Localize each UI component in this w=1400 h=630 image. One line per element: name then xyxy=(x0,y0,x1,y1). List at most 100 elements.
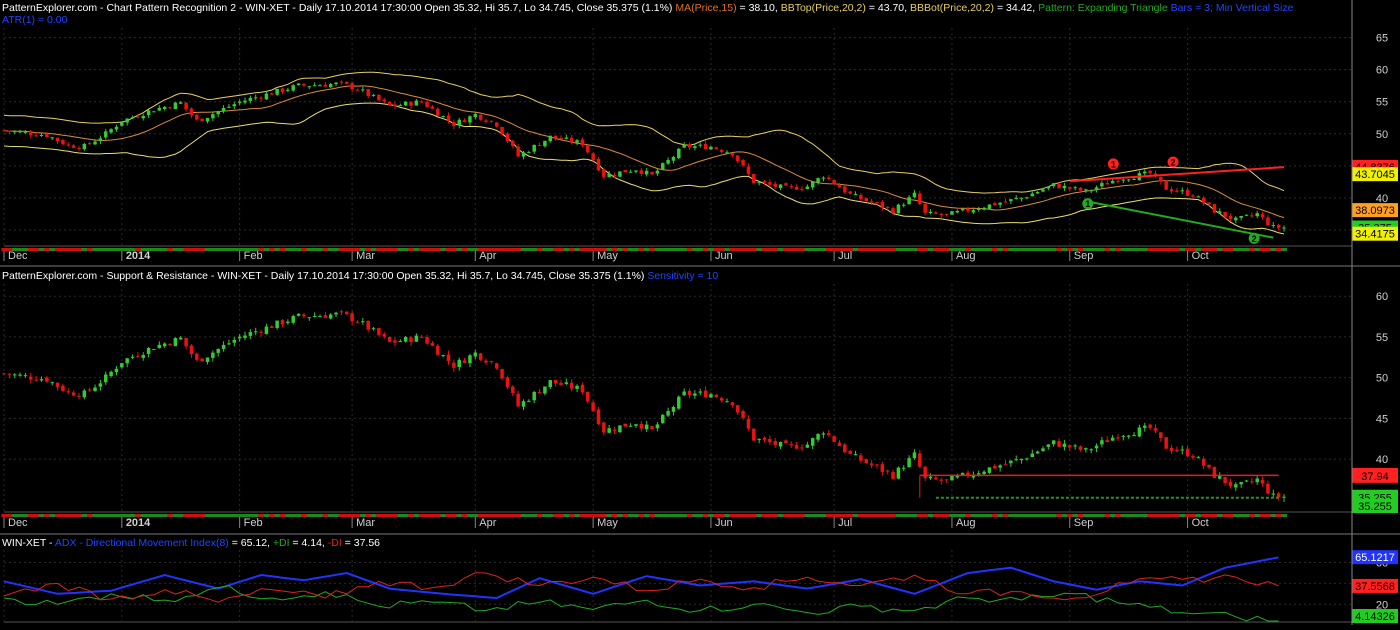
trend-strip-cell xyxy=(611,514,618,517)
trend-strip-cell xyxy=(579,248,586,251)
p2-candle-body xyxy=(500,369,504,379)
p1-candle-body xyxy=(789,186,794,188)
price-panel-support-resistance[interactable]: PatternExplorer.com - Support & Resistan… xyxy=(1,270,1398,529)
p1-candle-body xyxy=(441,116,445,118)
trend-strip-cell xyxy=(868,248,875,251)
p1-candle-body xyxy=(473,114,478,118)
p1-candle-body xyxy=(141,116,145,119)
trend-strip-cell xyxy=(756,514,763,517)
trend-strip-cell xyxy=(451,248,457,251)
p1-candle-body xyxy=(703,143,708,150)
p1-candle-body xyxy=(848,191,852,194)
trend-strip-cell xyxy=(660,248,666,251)
trend-strip-cell xyxy=(124,248,131,251)
p1-candle-body xyxy=(34,135,38,137)
p2-candle-body xyxy=(853,454,858,456)
trend-strip-cell xyxy=(1147,514,1154,517)
trend-strip-cell xyxy=(644,248,650,251)
p1-candle-body xyxy=(1003,201,1008,203)
p2-candle-body xyxy=(902,467,906,469)
p2-candle-body xyxy=(1207,464,1211,468)
price-tag-label: 37.94 xyxy=(1361,471,1389,483)
p2-candle-body xyxy=(45,377,49,382)
trend-strip-cell xyxy=(970,248,977,251)
trend-strip-cell xyxy=(1109,248,1116,251)
p1-candle-body xyxy=(168,107,172,109)
p1-candle-body xyxy=(29,132,33,136)
trend-strip-cell xyxy=(810,248,816,251)
y-tick-label: 55 xyxy=(1376,97,1388,109)
p2-candle-body xyxy=(489,361,494,363)
trend-strip-cell xyxy=(467,514,474,517)
trend-strip-cell xyxy=(183,248,190,251)
trend-strip-cell xyxy=(178,248,184,251)
p1-candle-body xyxy=(634,170,638,172)
p2-candle-body xyxy=(1217,476,1222,479)
p2-candle-body xyxy=(398,341,403,343)
p2-candle-body xyxy=(168,343,172,346)
trend-strip-cell xyxy=(499,248,506,251)
p1-candle-body xyxy=(1223,212,1227,217)
p2-candle-body xyxy=(912,452,917,459)
trend-strip-cell xyxy=(70,514,77,517)
p1-candle-body xyxy=(1041,189,1045,192)
trend-strip-cell xyxy=(386,248,393,251)
trend-strip-cell xyxy=(874,248,881,251)
p1-candle-body xyxy=(152,111,156,113)
trend-strip-cell xyxy=(595,514,602,517)
p2-candle-body xyxy=(516,393,520,407)
p2-candle-body xyxy=(1175,449,1179,452)
p2-candle-body xyxy=(189,345,194,355)
p1-candle-body xyxy=(371,94,376,96)
p1-candle-body xyxy=(227,106,231,108)
p2-candle-body xyxy=(1164,437,1168,449)
trend-strip-cell xyxy=(1158,248,1164,251)
header-segment: Pattern: Expanding Triangle xyxy=(1038,2,1168,14)
trend-strip-cell xyxy=(424,248,431,251)
p2-candle-body xyxy=(39,379,44,381)
adx-panel[interactable]: WIN-XET - ADX - Directional Movement Ind… xyxy=(2,537,1398,623)
p1-candle-body xyxy=(350,83,354,90)
p2-candle-body xyxy=(494,363,499,369)
p2-candle-body xyxy=(1196,457,1201,459)
trend-strip-cell xyxy=(108,514,115,517)
trend-strip-cell xyxy=(922,514,929,517)
trend-strip-cell xyxy=(536,248,543,251)
trend-strip-cell xyxy=(92,248,99,251)
trend-strip-cell xyxy=(1029,514,1036,517)
p2-candle-body xyxy=(77,395,81,397)
trend-strip-cell xyxy=(1168,248,1175,251)
trend-strip-cell xyxy=(472,248,479,251)
trend-strip-cell xyxy=(1206,248,1213,251)
p1-candle-body xyxy=(130,117,135,119)
p2-candle-body xyxy=(714,394,719,397)
trend-strip-cell xyxy=(1109,514,1116,517)
trend-strip-cell xyxy=(1142,514,1148,517)
panel2-header: PatternExplorer.com - Support & Resistan… xyxy=(2,270,718,282)
p1-candle-body xyxy=(880,201,885,209)
y-tick-label: 65 xyxy=(1376,33,1388,45)
p2-candle-body xyxy=(248,332,253,336)
trend-strip-cell xyxy=(6,514,13,517)
trend-strip-cell xyxy=(638,248,645,251)
p2-candle-body xyxy=(1276,493,1281,498)
p1-candle-body xyxy=(157,107,162,111)
y-tick-label: 60 xyxy=(1376,65,1388,77)
p1-candle-body xyxy=(784,183,788,186)
trend-strip-cell xyxy=(87,248,93,251)
trend-strip-cell xyxy=(579,514,586,517)
p1-candle-body xyxy=(195,114,199,120)
trend-strip-cell xyxy=(1018,248,1025,251)
p2-candle-body xyxy=(29,376,33,380)
trend-strip-cell xyxy=(708,514,715,517)
trend-strip-cell xyxy=(1147,248,1154,251)
price-panel-pattern[interactable]: PatternExplorer.com - Chart Pattern Reco… xyxy=(1,2,1398,262)
trend-strip-cell xyxy=(1217,514,1223,517)
header-segment: = 43.70, xyxy=(866,2,910,14)
p1-candle-body xyxy=(478,114,483,120)
trend-strip-cell xyxy=(108,248,115,251)
trend-strip-cell xyxy=(215,514,222,517)
trend-strip-cell xyxy=(895,248,902,251)
p2-candle-body xyxy=(1260,479,1265,484)
trend-strip-cell xyxy=(419,248,425,251)
